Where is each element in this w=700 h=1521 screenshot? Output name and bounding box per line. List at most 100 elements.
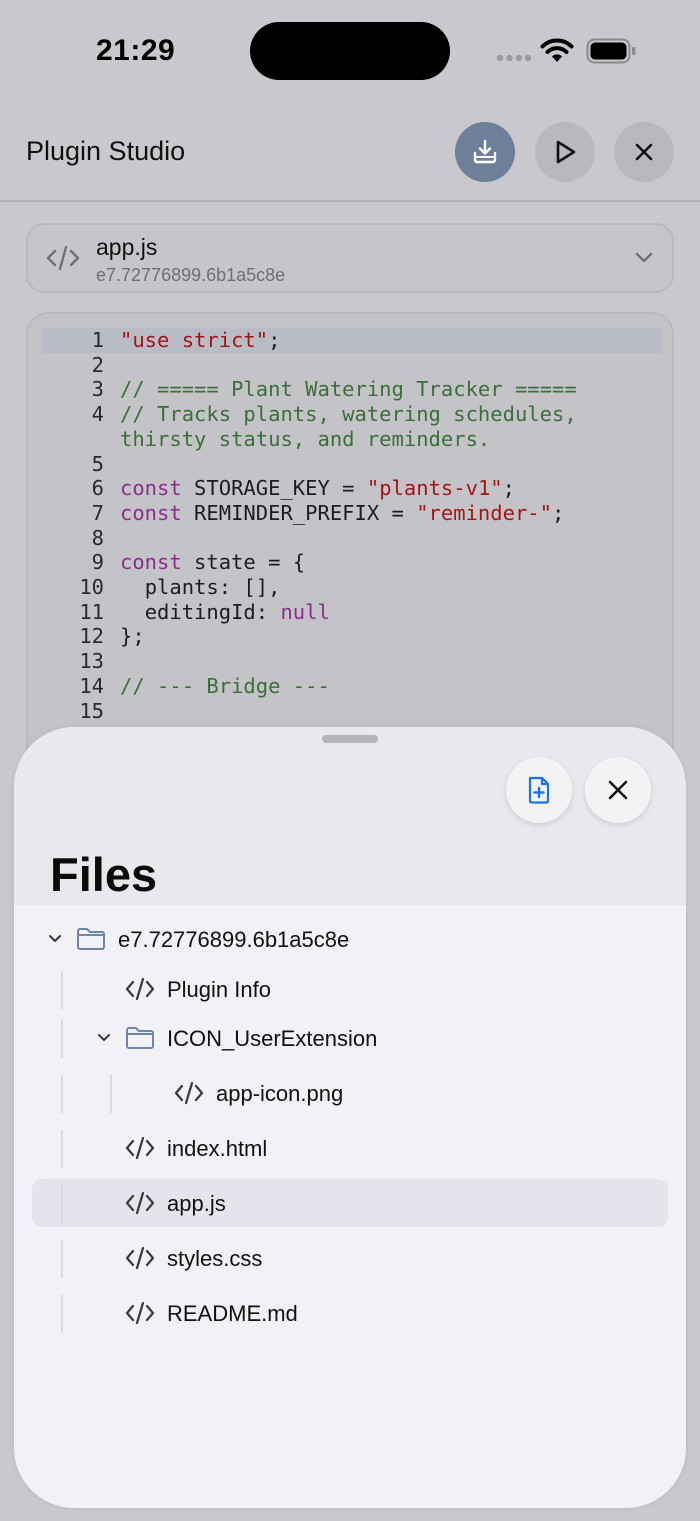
app-header: Plugin Studio xyxy=(0,100,700,202)
line-text: // Tracks plants, watering schedules, th… xyxy=(120,402,662,451)
chevron-down-icon xyxy=(49,935,61,942)
run-button[interactable] xyxy=(535,122,595,182)
play-icon xyxy=(556,140,576,164)
line-text xyxy=(120,526,662,551)
code-line: 15 xyxy=(42,699,662,724)
line-number: 1 xyxy=(91,328,104,352)
code-token: plants: [], xyxy=(120,575,281,600)
code-lines: 1 "use strict"; 2 3 // ===== Plant Watering … xyxy=(42,328,662,723)
code-token: "use strict" xyxy=(120,328,269,352)
indent-guide xyxy=(61,1020,63,1058)
code-token: }; xyxy=(120,624,145,649)
code-line: 6 const STORAGE_KEY = "plants-v1"; xyxy=(42,476,662,501)
status-bar: 21:29 xyxy=(0,0,700,100)
code-line: 10 plants: [], xyxy=(42,575,662,600)
files-title: Files xyxy=(50,848,158,901)
page-title: Plugin Studio xyxy=(26,136,186,166)
code-token: ; xyxy=(502,476,515,501)
code-line: 5 xyxy=(42,452,662,477)
code-token: STORAGE_KEY = xyxy=(181,476,367,501)
line-number: 2 xyxy=(91,352,104,377)
line-number: 4 xyxy=(91,402,104,427)
download-icon xyxy=(473,139,497,164)
code-line: 11 editingId: null xyxy=(42,600,662,625)
line-number: 14 xyxy=(79,673,104,698)
code-token: const xyxy=(120,476,182,501)
line-number: 15 xyxy=(79,698,104,723)
code-token: // --- Bridge --- xyxy=(120,673,330,698)
files-sheet: Files e7.72776899.6b1a5c8e Plugin Info ICO… xyxy=(14,727,686,1508)
line-number: 3 xyxy=(91,377,104,402)
line-number: 12 xyxy=(79,624,104,649)
code-line: 3 // ===== Plant Watering Tracker ===== xyxy=(42,377,662,402)
tree-item-label: ICON_UserExtension xyxy=(167,1026,378,1051)
code-token: "reminder-" xyxy=(416,500,552,525)
line-number: 9 xyxy=(91,550,104,575)
code-line: 13 xyxy=(42,649,662,674)
code-token: REMINDER_PREFIX = xyxy=(181,500,417,525)
wifi-icon xyxy=(540,38,574,62)
close-icon xyxy=(635,143,653,161)
line-text: const STORAGE_KEY = "plants-v1"; xyxy=(120,476,662,501)
tree-item-label: index.html xyxy=(167,1136,268,1161)
chevron-down-icon xyxy=(98,1034,110,1041)
tree-file-row[interactable]: app.js xyxy=(32,1179,668,1227)
code-token: editingId: xyxy=(120,599,281,624)
code-line: 8 xyxy=(42,526,662,551)
code-token: null xyxy=(280,599,330,624)
indent-guide xyxy=(61,1075,63,1113)
line-text: // --- Bridge --- xyxy=(120,674,662,699)
code-icon xyxy=(125,1191,155,1215)
new-file-button[interactable] xyxy=(506,757,572,823)
tree-item-label: Plugin Info xyxy=(167,977,271,1002)
tree-folder-row[interactable]: e7.72776899.6b1a5c8e xyxy=(32,915,668,963)
code-token: // ===== Plant Watering Tracker ===== xyxy=(120,377,577,402)
indent-guide xyxy=(61,1185,63,1223)
line-text: // ===== Plant Watering Tracker ===== xyxy=(120,377,662,402)
indent-guide xyxy=(61,1130,63,1168)
code-token: ; xyxy=(268,328,281,352)
line-text: }; xyxy=(120,624,662,649)
tree-folder-row[interactable]: ICON_UserExtension xyxy=(32,1014,668,1062)
line-number: 7 xyxy=(91,500,104,525)
tree-file-row[interactable]: app-icon.png xyxy=(32,1069,668,1117)
line-number: 13 xyxy=(79,649,104,674)
line-number: 8 xyxy=(91,525,104,550)
tree-file-row[interactable]: styles.css xyxy=(32,1234,668,1282)
selected-file-id: e7.72776899.6b1a5c8e xyxy=(96,265,286,285)
tree-item-label: app-icon.png xyxy=(216,1081,344,1106)
folder-icon xyxy=(126,1027,154,1049)
close-button[interactable] xyxy=(614,122,674,182)
line-text xyxy=(120,649,662,674)
line-text xyxy=(120,353,662,378)
code-token: state = { xyxy=(181,550,306,575)
line-text xyxy=(120,699,662,724)
signal-dots-icon xyxy=(496,54,532,62)
code-token: const xyxy=(120,500,182,525)
selected-file-name: app.js xyxy=(96,234,158,260)
code-token: // Tracks plants, watering schedules, th… xyxy=(120,402,589,451)
indent-guide xyxy=(61,971,63,1009)
line-number: 11 xyxy=(79,599,104,624)
tree-item-label: README.md xyxy=(167,1301,298,1326)
indent-guide xyxy=(110,1075,112,1113)
file-selector[interactable]: app.js e7.72776899.6b1a5c8e xyxy=(26,223,674,293)
tree-file-row[interactable]: README.md xyxy=(32,1289,668,1337)
close-sheet-button[interactable] xyxy=(585,757,651,823)
code-line: 9 const state = { xyxy=(42,550,662,575)
battery-icon xyxy=(586,38,636,64)
tree-item-label: e7.72776899.6b1a5c8e xyxy=(118,927,350,952)
code-line: 2 xyxy=(42,353,662,378)
line-text: plants: [], xyxy=(120,575,662,600)
line-number: 6 xyxy=(91,476,104,501)
code-icon xyxy=(125,977,155,1001)
sheet-grabber[interactable] xyxy=(322,735,378,743)
code-token: ; xyxy=(551,500,565,525)
tree-file-row[interactable]: index.html xyxy=(32,1124,668,1172)
download-button[interactable] xyxy=(455,122,515,182)
tree-item-label: styles.css xyxy=(167,1246,263,1271)
line-text: const REMINDER_PREFIX = "reminder-"; xyxy=(120,501,662,526)
line-text: "use strict"; xyxy=(120,328,662,353)
tree-file-row[interactable]: Plugin Info xyxy=(32,965,668,1013)
line-text: editingId: null xyxy=(120,600,662,625)
